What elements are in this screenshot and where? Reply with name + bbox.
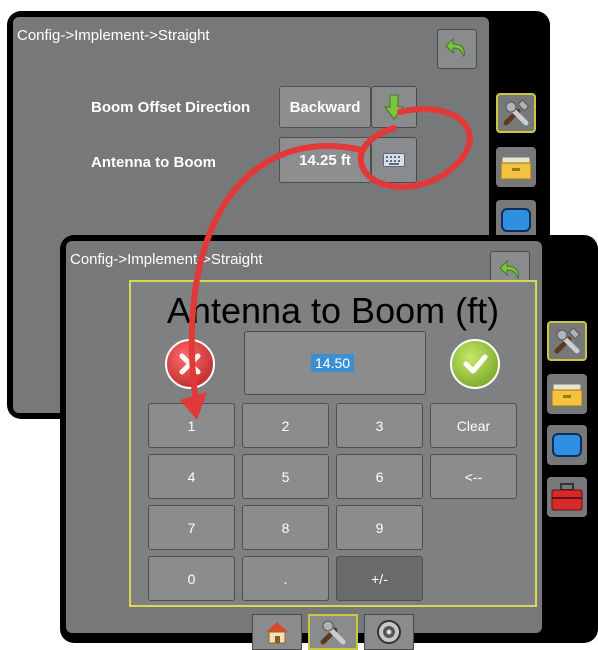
home-icon xyxy=(266,622,288,644)
cancel-button[interactable] xyxy=(165,339,215,389)
key-9[interactable]: 9 xyxy=(336,505,423,550)
tab-screen[interactable] xyxy=(547,425,587,465)
folder-icon xyxy=(500,156,532,180)
boom-offset-toggle-button[interactable] xyxy=(371,86,417,128)
key-2[interactable]: 2 xyxy=(242,403,329,448)
dial-icon xyxy=(377,620,401,644)
tools-icon xyxy=(554,327,581,354)
tools-button[interactable] xyxy=(308,614,358,650)
key-8[interactable]: 8 xyxy=(242,505,329,550)
keyboard-button[interactable] xyxy=(371,137,417,183)
keypad-title: Antenna to Boom (ft) xyxy=(166,290,500,331)
back-arrow-icon xyxy=(445,37,465,58)
tab-tools[interactable] xyxy=(547,321,587,361)
accept-button[interactable] xyxy=(450,339,500,389)
boom-offset-value[interactable]: Backward xyxy=(279,86,371,128)
tab-screen[interactable] xyxy=(496,200,536,240)
keyboard-icon xyxy=(383,153,405,167)
key-decimal[interactable]: . xyxy=(242,556,329,601)
keypad-dialog: Antenna to Boom (ft) 14.50 1 2 3 Clear 4… xyxy=(129,280,537,607)
screen-icon xyxy=(501,208,531,232)
backspace-key[interactable]: <-- xyxy=(430,454,517,499)
breadcrumb: Config->Implement->Straight xyxy=(70,251,263,268)
tools-icon xyxy=(503,99,530,126)
dial-button[interactable] xyxy=(364,614,414,650)
down-arrow-icon xyxy=(384,94,404,120)
tab-toolbox[interactable] xyxy=(547,477,587,517)
antenna-to-boom-value[interactable]: 14.25 ft xyxy=(279,137,371,183)
key-4[interactable]: 4 xyxy=(148,454,235,499)
clear-key[interactable]: Clear xyxy=(430,403,517,448)
checkmark-icon xyxy=(463,354,488,374)
key-6[interactable]: 6 xyxy=(336,454,423,499)
key-1[interactable]: 1 xyxy=(148,403,235,448)
screen-icon xyxy=(552,433,582,457)
tab-folder[interactable] xyxy=(496,147,536,187)
toolbox-icon xyxy=(551,483,583,511)
tab-folder[interactable] xyxy=(547,374,587,414)
key-7[interactable]: 7 xyxy=(148,505,235,550)
home-button[interactable] xyxy=(252,614,302,650)
key-0[interactable]: 0 xyxy=(148,556,235,601)
key-3[interactable]: 3 xyxy=(336,403,423,448)
tab-tools[interactable] xyxy=(496,93,536,133)
key-plus-minus[interactable]: +/- xyxy=(336,556,423,601)
antenna-to-boom-label: Antenna to Boom xyxy=(91,154,216,171)
folder-icon xyxy=(551,383,583,407)
boom-offset-label: Boom Offset Direction xyxy=(91,99,251,116)
value-display-text[interactable]: 14.50 xyxy=(311,354,355,372)
close-icon xyxy=(179,353,201,375)
value-display: 14.50 xyxy=(244,331,426,395)
breadcrumb: Config->Implement->Straight xyxy=(17,27,210,44)
back-button[interactable] xyxy=(437,29,477,69)
key-5[interactable]: 5 xyxy=(242,454,329,499)
